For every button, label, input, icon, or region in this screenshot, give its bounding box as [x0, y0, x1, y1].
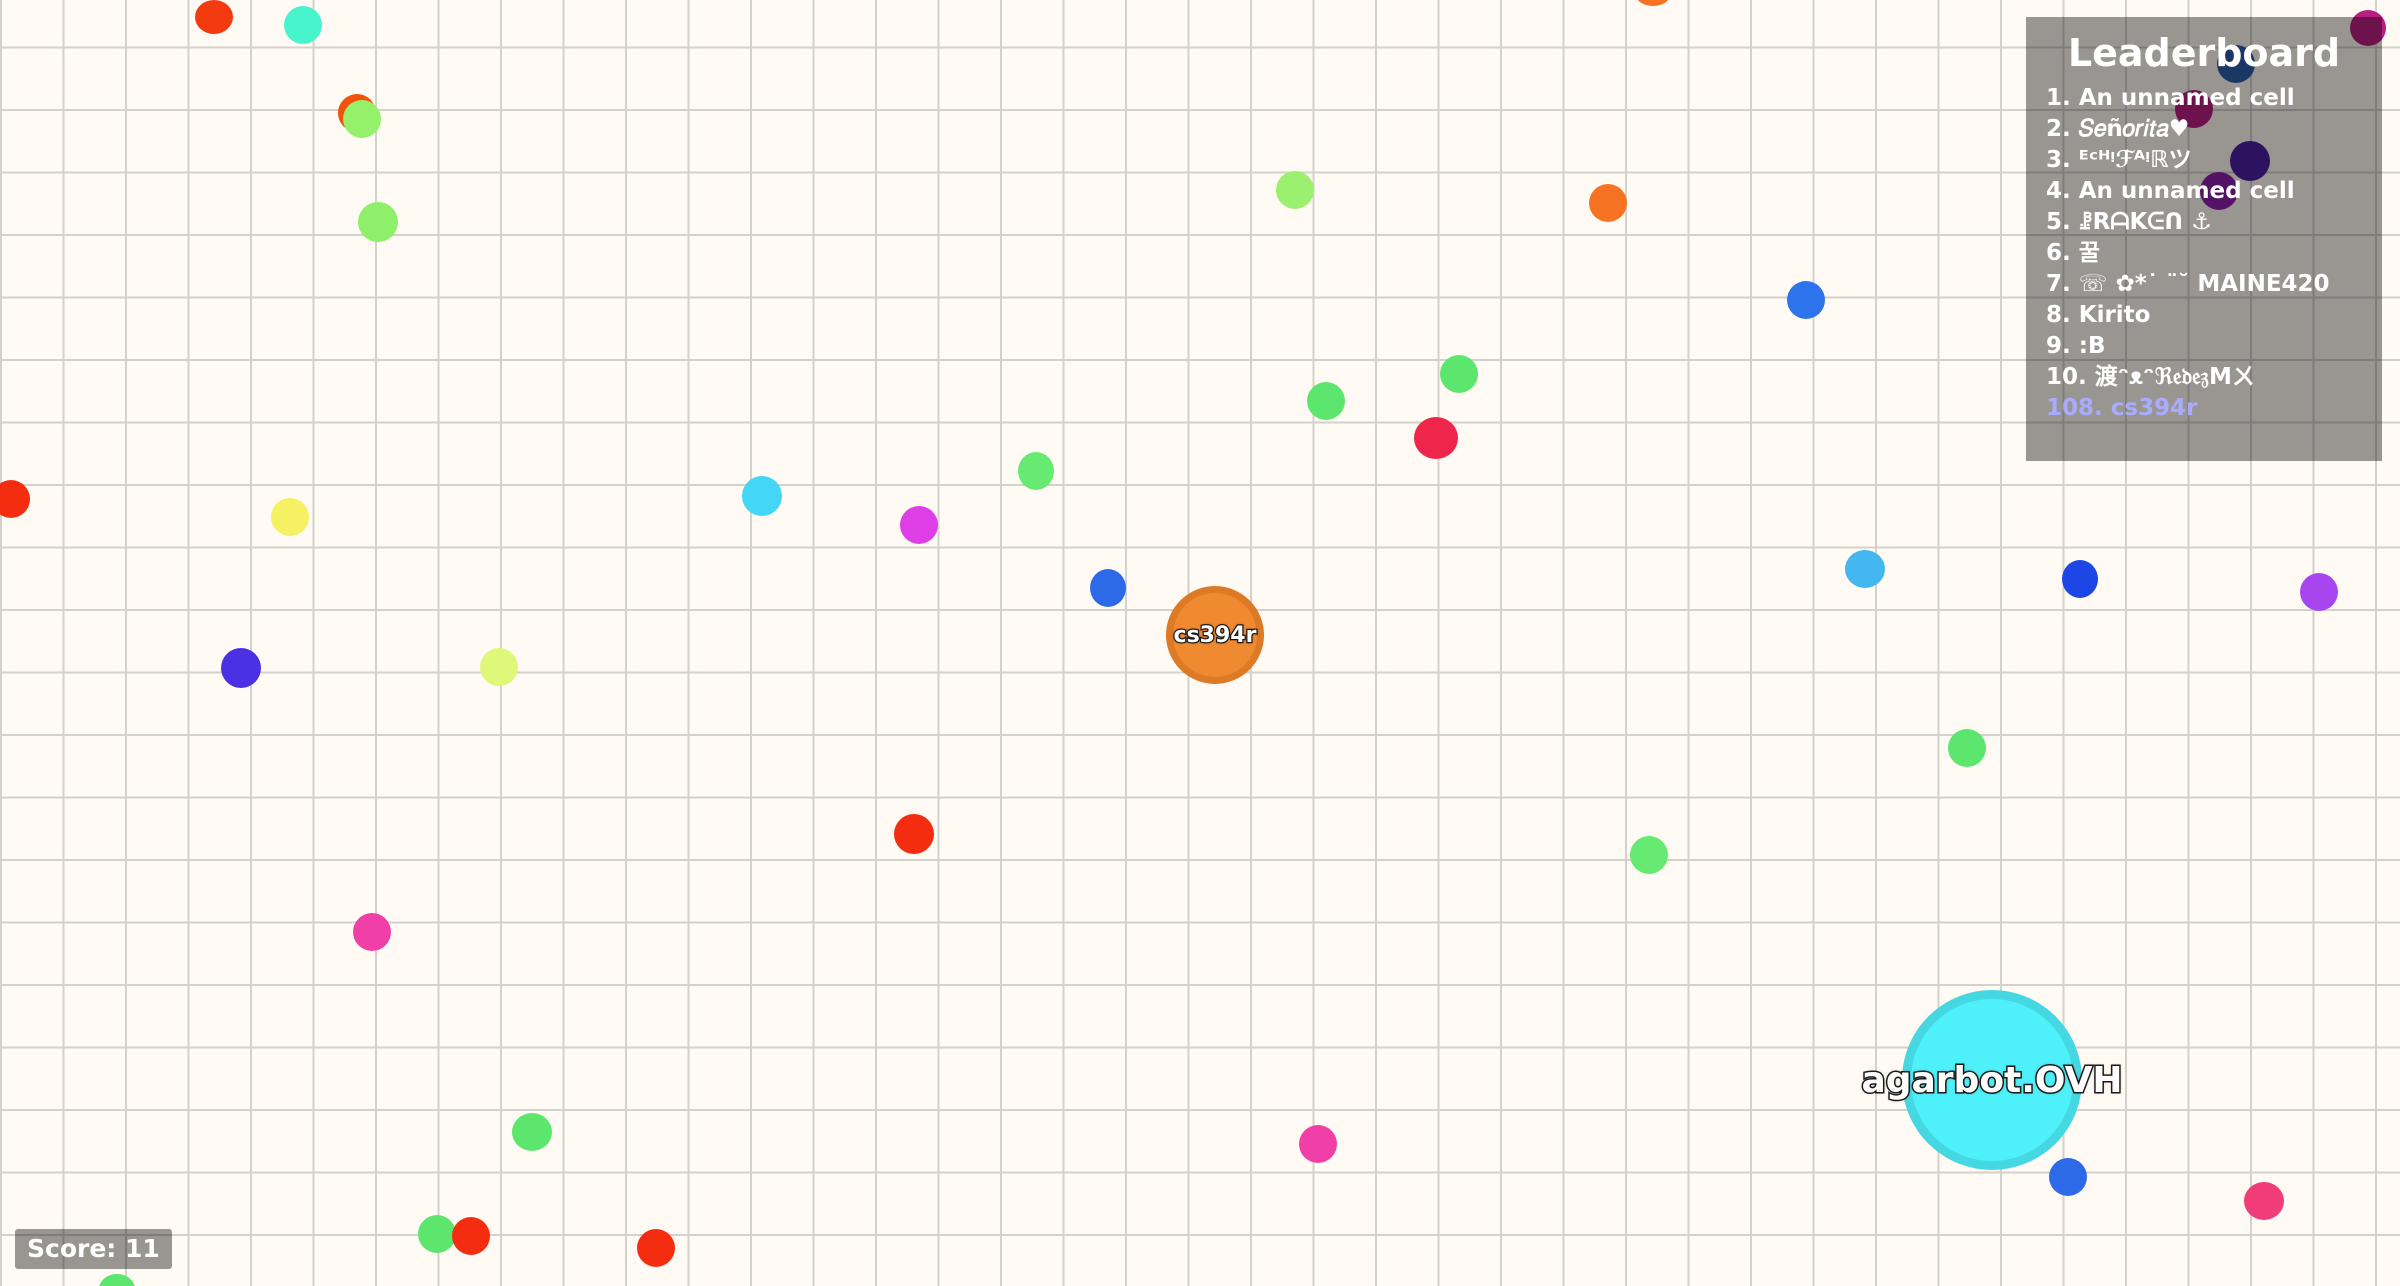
leaderboard-entry: 7. ☏ ✿*˙ ¨˘ MAINE420	[2046, 271, 2330, 297]
food-pellet	[2062, 560, 2098, 598]
food-pellet	[221, 648, 261, 688]
food-pellet	[900, 506, 938, 544]
food-pellet	[343, 100, 381, 138]
game-canvas[interactable]: cs394r agarbot.OVH Leaderboard 1. An unn…	[0, 0, 2400, 1286]
food-pellet	[1787, 281, 1825, 319]
food-pellet	[894, 814, 934, 854]
food-pellet	[353, 913, 391, 951]
player-cell: cs394r	[1166, 586, 1264, 684]
food-pellet	[1440, 355, 1478, 393]
food-pellet	[1948, 729, 1986, 767]
food-pellet	[2300, 573, 2338, 611]
leaderboard-title: Leaderboard	[2067, 31, 2341, 75]
leaderboard-entry: 1. An unnamed cell	[2046, 85, 2295, 111]
food-pellet	[2049, 1158, 2087, 1196]
leaderboard-entry: 10. 渡ᵔᴥᵔℜ𝔢𝔡𝔢𝔷Mㄨ	[2046, 364, 2255, 390]
leaderboard-entry: 3. ᴱᶜᴴᵎℱᴬᵎℝツ	[2046, 147, 2192, 173]
player-name-label: cs394r	[1172, 621, 1257, 649]
score-display: Score: 11	[15, 1229, 172, 1269]
food-pellet	[452, 1217, 490, 1255]
leaderboard-entry: 5. ꗗRᗩKᕮᑎ ⚓	[2046, 209, 2212, 235]
food-pellet	[358, 202, 398, 242]
leaderboard-entry: 2. 𝑆𝑒ñ𝑜𝑟𝑖𝑡𝑎♥	[2046, 116, 2190, 142]
leaderboard-entry: 4. An unnamed cell	[2046, 178, 2295, 204]
food-pellet	[1299, 1125, 1337, 1163]
food-pellet	[418, 1215, 456, 1253]
food-pellet	[1845, 550, 1885, 588]
leaderboard-entry: 6. 꿀	[2046, 240, 2100, 266]
food-pellet	[637, 1229, 675, 1267]
food-pellet	[1414, 417, 1458, 459]
food-pellet	[1630, 836, 1668, 874]
leaderboard-own-rank: 108. cs394r	[2046, 395, 2198, 421]
food-pellet	[271, 498, 309, 536]
food-pellet	[1589, 184, 1627, 222]
food-pellet	[512, 1113, 552, 1151]
food-pellet	[2244, 1182, 2284, 1220]
food-pellet	[1636, 0, 1670, 6]
food-pellet	[99, 1274, 135, 1286]
leaderboard-entry: 9. :B	[2046, 333, 2106, 359]
food-pellet	[0, 480, 30, 518]
bot-cell: agarbot.OVH	[1860, 990, 2124, 1170]
food-pellet	[742, 476, 782, 516]
food-pellet	[284, 6, 322, 44]
food-pellet	[195, 0, 233, 34]
food-pellet	[1307, 382, 1345, 420]
food-pellet	[1276, 171, 1314, 209]
leaderboard-entry: 8. Kirito	[2046, 302, 2151, 328]
food-pellet	[1018, 452, 1054, 490]
food-pellet	[1090, 569, 1126, 607]
leaderboard-panel: Leaderboard 1. An unnamed cell 2. 𝑆𝑒ñ𝑜𝑟𝑖…	[2026, 17, 2382, 461]
bot-name-label: agarbot.OVH	[1860, 1058, 2124, 1102]
food-pellet	[480, 648, 518, 686]
